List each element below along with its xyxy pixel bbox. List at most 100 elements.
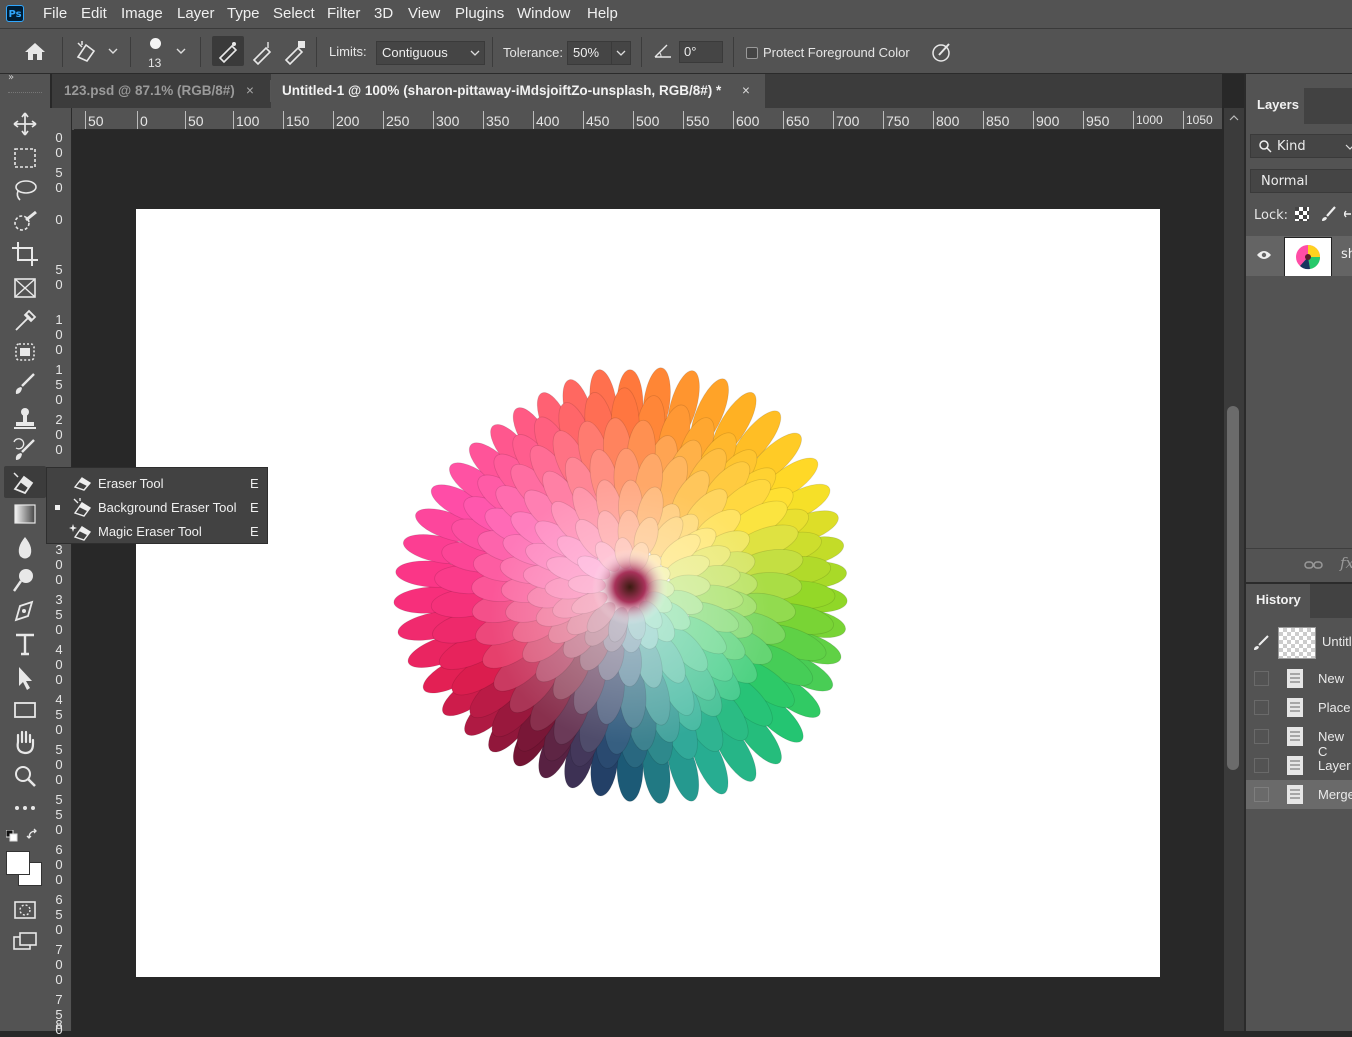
clone-stamp-tool-icon[interactable] xyxy=(10,404,40,432)
blend-mode-select[interactable]: Normal xyxy=(1250,169,1352,193)
tab-label: Untitled-1 @ 100% (sharon-pittaway-iMdsj… xyxy=(282,83,721,98)
layers-footer: fx xyxy=(1246,548,1352,583)
menu-view[interactable]: View xyxy=(408,5,440,22)
hand-tool-icon[interactable] xyxy=(10,728,40,756)
quick-selection-tool-icon[interactable] xyxy=(10,208,40,236)
pen-tool-icon[interactable] xyxy=(10,598,40,626)
menu-file[interactable]: File xyxy=(43,5,67,22)
scroll-up-icon[interactable] xyxy=(1229,114,1239,122)
ruler-tick-label: 5 xyxy=(52,262,66,277)
snapshot-thumbnail xyxy=(1278,627,1316,659)
dodge-tool-icon[interactable] xyxy=(10,566,40,594)
menu-image[interactable]: Image xyxy=(121,5,163,22)
history-source-box[interactable] xyxy=(1254,758,1269,773)
menu-edit[interactable]: Edit xyxy=(81,5,107,22)
history-item[interactable]: New C xyxy=(1246,722,1352,751)
pressure-size-icon[interactable] xyxy=(929,39,955,65)
history-source-box[interactable] xyxy=(1254,787,1269,802)
canvas-vertical-scrollbar[interactable] xyxy=(1224,108,1244,1031)
ruler-tick-label: 0 xyxy=(52,145,66,160)
quick-mask-icon[interactable] xyxy=(10,896,40,924)
chevron-down-icon[interactable] xyxy=(175,47,187,55)
flyout-item-background-eraser[interactable]: Background Eraser Tool E xyxy=(47,495,267,519)
blur-tool-icon[interactable] xyxy=(10,534,40,562)
ruler-tick-label: 950 xyxy=(1086,113,1109,129)
history-brush-tool-icon[interactable] xyxy=(10,436,40,464)
brush-tool-icon[interactable] xyxy=(10,370,40,398)
flyout-item-eraser[interactable]: Eraser Tool E xyxy=(47,471,267,495)
tab-layers[interactable]: Layers xyxy=(1246,88,1304,124)
tab-123-psd[interactable]: 123.psd @ 87.1% (RGB/8#) × xyxy=(52,74,270,108)
canvas-area[interactable] xyxy=(72,130,1222,1031)
history-brush-source-icon[interactable] xyxy=(1252,634,1270,652)
menu-select[interactable]: Select xyxy=(273,5,315,22)
swap-colors-icon[interactable] xyxy=(26,828,40,842)
default-colors-icon[interactable] xyxy=(6,830,18,842)
eyedropper-tool-icon[interactable] xyxy=(10,306,40,334)
ruler-tick-label: 7 xyxy=(52,942,66,957)
sampling-continuous-button[interactable] xyxy=(212,36,244,66)
history-source-box[interactable] xyxy=(1254,729,1269,744)
sampling-once-icon[interactable] xyxy=(248,38,276,66)
history-snapshot[interactable]: Untitle xyxy=(1246,624,1352,662)
ruler-tick-label: 50 xyxy=(88,113,104,129)
angle-icon xyxy=(653,43,673,59)
sampling-background-swatch-icon[interactable] xyxy=(280,38,308,66)
menu-plugins[interactable]: Plugins xyxy=(455,5,504,22)
rectangle-tool-icon[interactable] xyxy=(10,696,40,724)
more-tools-icon[interactable] xyxy=(10,794,40,822)
lock-image-pixels-icon[interactable] xyxy=(1321,206,1337,222)
flyout-item-magic-eraser[interactable]: Magic Eraser Tool E xyxy=(47,519,267,543)
path-selection-tool-icon[interactable] xyxy=(10,664,40,692)
background-eraser-preset-icon[interactable] xyxy=(74,39,100,63)
angle-value: 0° xyxy=(684,44,696,59)
fx-icon[interactable]: fx xyxy=(1340,554,1352,572)
lasso-tool-icon[interactable] xyxy=(10,176,40,204)
lock-transparent-pixels-icon[interactable] xyxy=(1295,207,1309,221)
tolerance-input[interactable]: 50% xyxy=(567,41,631,65)
angle-input[interactable]: 0° xyxy=(679,41,723,63)
chevron-down-icon[interactable] xyxy=(107,47,119,55)
screen-mode-icon[interactable] xyxy=(10,928,40,956)
marquee-tool-icon[interactable] xyxy=(10,144,40,172)
close-icon[interactable]: × xyxy=(246,74,254,108)
menu-window[interactable]: Window xyxy=(517,5,570,22)
menu-help[interactable]: Help xyxy=(587,5,618,22)
brush-preview[interactable] xyxy=(150,38,161,49)
link-layers-icon[interactable] xyxy=(1304,559,1324,571)
tab-history[interactable]: History xyxy=(1246,584,1310,618)
close-icon[interactable]: × xyxy=(742,74,750,108)
spot-healing-tool-icon[interactable] xyxy=(10,338,40,366)
tab-untitled-1[interactable]: Untitled-1 @ 100% (sharon-pittaway-iMdsj… xyxy=(271,74,765,108)
eraser-tool-slot[interactable] xyxy=(4,466,46,498)
frame-tool-icon[interactable] xyxy=(10,274,40,302)
layer-filter-kind[interactable]: Kind xyxy=(1250,134,1352,158)
layer-row[interactable]: sh xyxy=(1246,236,1352,276)
history-source-box[interactable] xyxy=(1254,700,1269,715)
gradient-tool-icon[interactable] xyxy=(10,500,40,528)
history-item[interactable]: New xyxy=(1246,664,1352,693)
menu-3d[interactable]: 3D xyxy=(374,5,393,22)
history-item[interactable]: Place xyxy=(1246,693,1352,722)
collapse-toolbar-icon[interactable]: » xyxy=(8,72,14,83)
foreground-color-swatch[interactable] xyxy=(6,851,30,875)
type-tool-icon[interactable] xyxy=(10,630,40,658)
history-item[interactable]: Layer xyxy=(1246,751,1352,780)
zoom-tool-icon[interactable] xyxy=(10,762,40,790)
document-canvas[interactable] xyxy=(136,209,1160,977)
scroll-thumb[interactable] xyxy=(1227,406,1239,770)
lock-position-icon[interactable] xyxy=(1344,209,1352,219)
move-tool-icon[interactable] xyxy=(10,110,40,138)
crop-tool-icon[interactable] xyxy=(10,240,40,268)
limits-select[interactable]: Contiguous xyxy=(376,41,485,65)
menu-type[interactable]: Type xyxy=(227,5,260,22)
eye-icon[interactable] xyxy=(1256,249,1272,261)
home-icon[interactable] xyxy=(24,41,46,61)
history-item-active[interactable]: Merge xyxy=(1246,780,1352,809)
tab-label: 123.psd @ 87.1% (RGB/8#) xyxy=(64,83,235,98)
menu-layer[interactable]: Layer xyxy=(177,5,215,22)
history-source-box[interactable] xyxy=(1254,671,1269,686)
ruler-tick-label: 0 xyxy=(52,427,66,442)
menu-filter[interactable]: Filter xyxy=(327,5,360,22)
protect-foreground-checkbox[interactable] xyxy=(746,47,758,59)
